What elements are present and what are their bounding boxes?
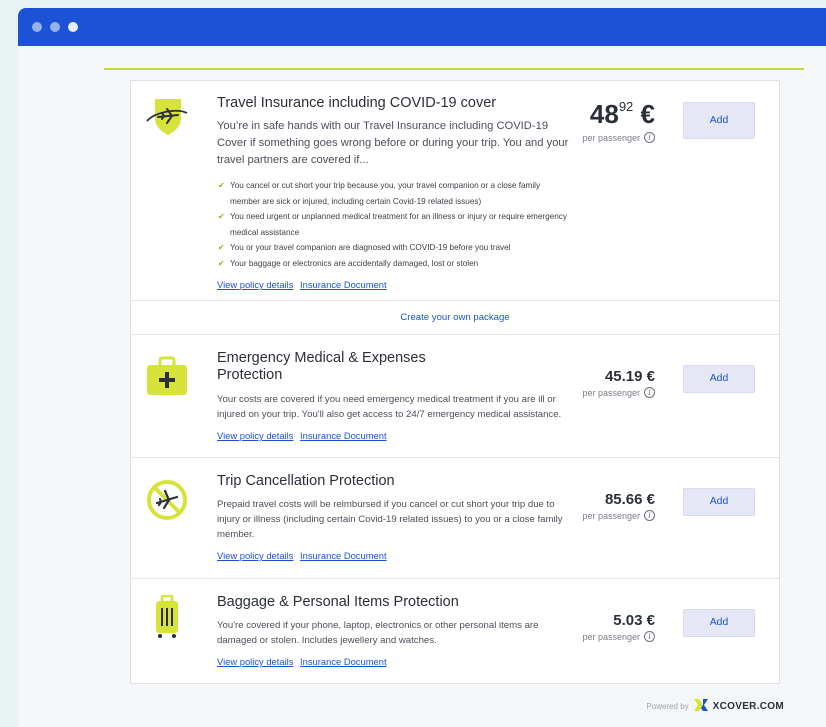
main-offer-title: Travel Insurance including COVID-19 cove… [217,95,497,111]
per-passenger-label: per passenger i [582,510,655,521]
list-item: ✔ Your baggage or electronics are acciden… [217,256,572,272]
product-title: Trip Cancellation Protection [217,473,395,489]
main-offer-info: Travel Insurance including COVID-19 cove… [217,95,572,290]
powered-by-footer: Powered by XCOVER.COM [646,699,784,713]
per-passenger-label: per passenger i [582,132,655,143]
policy-links: View policy details Insurance Document [217,430,569,441]
create-package-link[interactable]: Create your own package [131,301,779,335]
check-icon: ✔ [218,212,225,221]
product-info: Baggage & Personal Items Protection You'… [217,594,569,667]
cancelled-flight-icon [145,478,189,522]
browser-window: Travel Insurance including COVID-19 cove… [18,8,826,727]
product-price: 85.66 € [604,491,655,508]
main-offer-card: Travel Insurance including COVID-19 cove… [131,81,779,301]
insurance-document-link[interactable]: Insurance Document [300,430,387,441]
product-price-box: 85.66 € per passenger i [582,491,655,521]
product-title: Baggage & Personal Items Protection [217,594,459,610]
main-offer-description: You’re in safe hands with our Travel Ins… [217,120,569,166]
medical-kit-icon [145,355,189,399]
product-info: Emergency Medical & Expenses Protection … [217,350,569,441]
info-icon[interactable]: i [644,631,655,642]
per-passenger-label: per passenger i [582,387,655,398]
insurance-document-link[interactable]: Insurance Document [300,550,387,561]
accent-divider [104,68,804,70]
view-policy-link[interactable]: View policy details [217,430,293,441]
luggage-icon [145,594,189,639]
add-main-offer-button[interactable]: Add [683,102,755,139]
view-policy-link[interactable]: View policy details [217,550,293,561]
main-price: 4892 € [589,99,655,129]
powered-by-label: Powered by [646,701,689,711]
product-info: Trip Cancellation Protection Prepaid tra… [217,473,569,561]
per-passenger-label: per passenger i [582,631,655,642]
window-titlebar [18,8,826,46]
info-icon[interactable]: i [644,132,655,143]
window-close-dot[interactable] [32,22,42,32]
product-price: 5.03 € [613,612,655,629]
add-medical-button[interactable]: Add [683,365,755,393]
check-icon: ✔ [218,258,225,268]
product-title: Emergency Medical & Expenses Protection [217,350,426,383]
insurance-document-link[interactable]: Insurance Document [300,656,387,667]
xcover-logo-icon [693,699,708,713]
product-description: Your costs are covered if you need emerg… [217,394,562,420]
insurance-widget: Travel Insurance including COVID-19 cove… [104,68,804,727]
view-policy-link[interactable]: View policy details [217,279,293,290]
check-icon: ✔ [218,243,225,252]
insurance-document-link[interactable]: Insurance Document [300,279,387,290]
policy-links: View policy details Insurance Document [217,656,569,667]
product-card-baggage: Baggage & Personal Items Protection You'… [131,579,779,683]
info-icon[interactable]: i [644,387,655,398]
product-price-box: 5.03 € per passenger i [582,612,655,642]
info-icon[interactable]: i [644,510,655,521]
add-baggage-button[interactable]: Add [683,609,755,637]
product-price-box: 45.19 € per passenger i [582,368,655,398]
plane-shield-icon [145,95,189,139]
product-card-medical: Emergency Medical & Expenses Protection … [131,335,779,458]
list-item: ✔ You cancel or cut short your trip becau… [217,178,572,209]
window-maximize-dot[interactable] [68,22,78,32]
product-description: Prepaid travel costs will be reimbursed … [217,499,563,540]
check-icon: ✔ [218,181,225,190]
list-item: ✔ You need urgent or unplanned medical tr… [217,209,572,240]
list-item: ✔ You or your travel companion are diagno… [217,240,572,256]
product-price: 45.19 € [604,368,655,385]
product-description: You're covered if your phone, laptop, el… [217,620,539,646]
add-cancellation-button[interactable]: Add [683,488,755,516]
coverage-list: ✔ You cancel or cut short your trip becau… [217,178,572,271]
policy-links: View policy details Insurance Document [217,550,569,561]
view-policy-link[interactable]: View policy details [217,656,293,667]
insurance-offers-panel: Travel Insurance including COVID-19 cove… [130,80,780,684]
policy-links: View policy details Insurance Document [217,279,572,290]
product-card-cancellation: Trip Cancellation Protection Prepaid tra… [131,458,779,579]
window-minimize-dot[interactable] [50,22,60,32]
xcover-brand[interactable]: XCOVER.COM [713,701,784,712]
main-price-box: 4892 € per passenger i [582,99,655,143]
